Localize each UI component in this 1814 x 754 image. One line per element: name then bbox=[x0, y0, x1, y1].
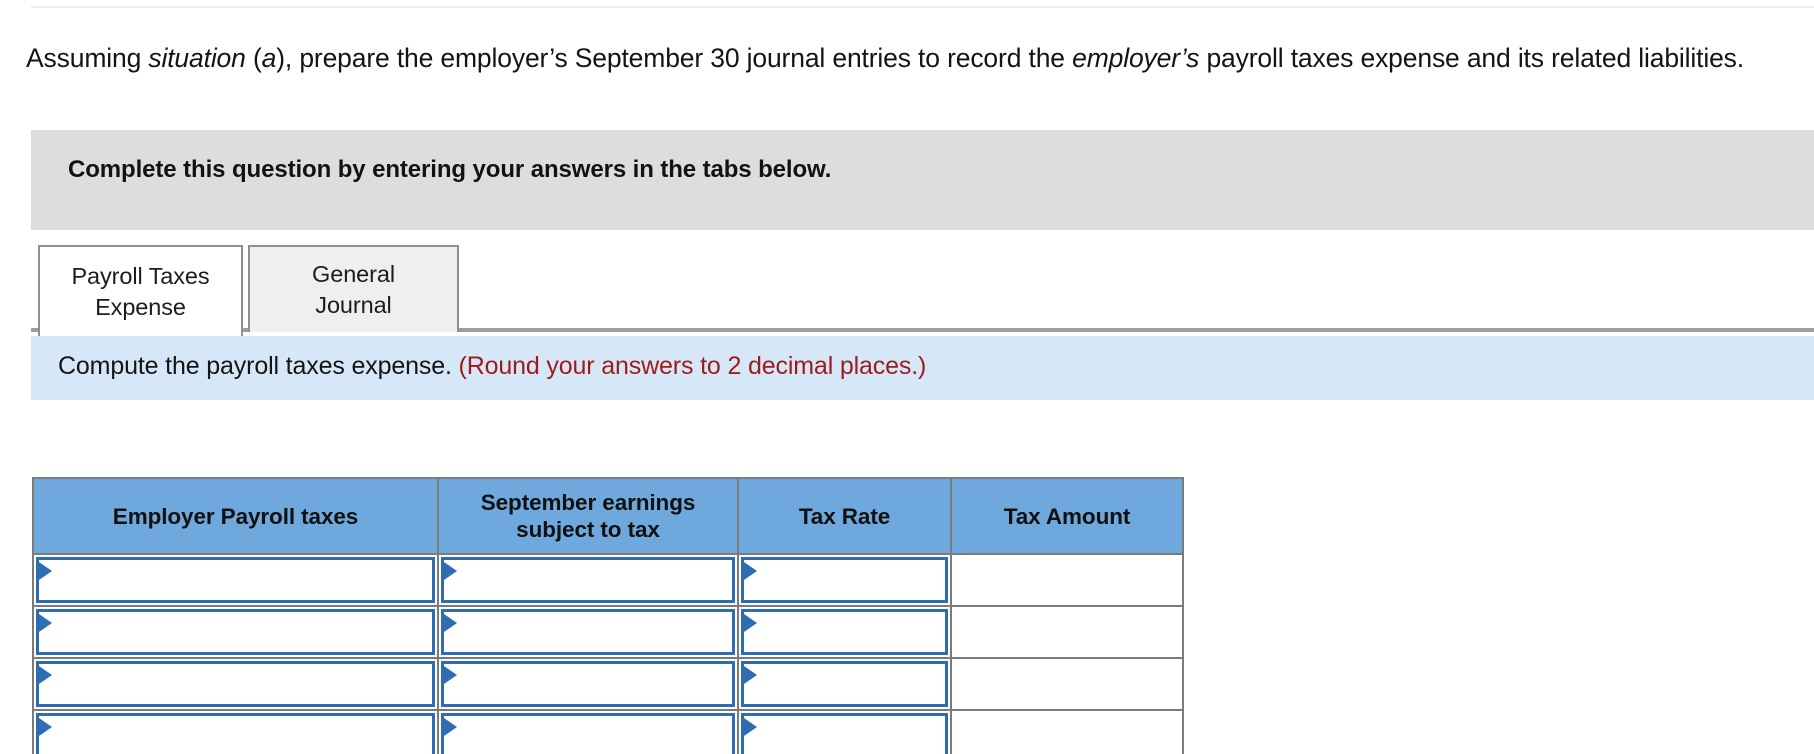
tax-amount-input[interactable] bbox=[952, 659, 1182, 709]
caret-right-icon bbox=[444, 666, 457, 684]
header-line-1: September earnings bbox=[480, 490, 696, 515]
tax-amount-input[interactable] bbox=[952, 711, 1182, 754]
complete-question-banner: Complete this question by entering your … bbox=[31, 130, 1814, 230]
table-row bbox=[32, 605, 1184, 659]
caret-right-icon bbox=[744, 614, 757, 632]
tab-label-line-2: Expense bbox=[95, 293, 186, 320]
tab-general-journal-label: General Journal bbox=[312, 259, 395, 321]
cell-wrapper bbox=[439, 607, 737, 657]
instruction-rounding-note: (Round your answers to 2 decimal places.… bbox=[458, 352, 927, 380]
header-tax-rate: Tax Rate bbox=[737, 477, 952, 555]
question-page: Assuming situation (a), prepare the empl… bbox=[0, 0, 1814, 754]
cell-wrapper bbox=[739, 607, 950, 657]
caret-right-icon bbox=[444, 718, 457, 736]
tax-rate-dropdown[interactable] bbox=[741, 661, 948, 707]
table-body bbox=[32, 553, 1184, 754]
tax-amount-cell bbox=[950, 709, 1184, 754]
tab-label-line-1: General bbox=[312, 260, 395, 287]
tax-rate-cell bbox=[737, 553, 952, 607]
caret-right-icon bbox=[744, 562, 757, 580]
september-earnings-subject-to-tax-dropdown[interactable] bbox=[441, 661, 735, 707]
header-tax-amount: Tax Amount bbox=[950, 477, 1184, 555]
september-earnings-subject-to-tax-cell bbox=[437, 657, 739, 711]
cell-wrapper bbox=[739, 555, 950, 605]
tax-amount-input[interactable] bbox=[952, 555, 1182, 605]
cell-wrapper bbox=[952, 659, 1182, 709]
header-line-2: subject to tax bbox=[516, 517, 660, 542]
caret-right-icon bbox=[39, 562, 52, 580]
cell-wrapper bbox=[439, 659, 737, 709]
cell-wrapper bbox=[952, 711, 1182, 754]
prompt-segment-3: ), prepare the employer’s September 30 j… bbox=[276, 42, 1073, 73]
tax-amount-cell bbox=[950, 605, 1184, 659]
employer-payroll-tax-name-cell bbox=[32, 605, 439, 659]
employer-payroll-tax-name-dropdown[interactable] bbox=[36, 557, 435, 603]
september-earnings-subject-to-tax-cell bbox=[437, 709, 739, 754]
table-header-row: Employer Payroll taxes September earning… bbox=[32, 477, 1184, 555]
cell-wrapper bbox=[739, 711, 950, 754]
tax-rate-dropdown[interactable] bbox=[741, 557, 948, 603]
september-earnings-subject-to-tax-dropdown[interactable] bbox=[441, 713, 735, 754]
prompt-segment-1: Assuming bbox=[26, 42, 149, 73]
payroll-taxes-table: Employer Payroll taxes September earning… bbox=[32, 477, 1184, 754]
table-row bbox=[32, 553, 1184, 607]
caret-right-icon bbox=[39, 666, 52, 684]
tax-rate-dropdown[interactable] bbox=[741, 713, 948, 754]
tab-payroll-taxes-expense[interactable]: Payroll Taxes Expense bbox=[38, 245, 243, 336]
september-earnings-subject-to-tax-cell bbox=[437, 605, 739, 659]
prompt-segment-4: payroll taxes expense and its related li… bbox=[1199, 42, 1744, 73]
cell-wrapper bbox=[439, 711, 737, 754]
cell-wrapper bbox=[952, 607, 1182, 657]
table-row bbox=[32, 709, 1184, 754]
tax-amount-cell bbox=[950, 657, 1184, 711]
cell-wrapper bbox=[34, 607, 437, 657]
tab-general-journal[interactable]: General Journal bbox=[248, 245, 459, 332]
tab-label-line-2: Journal bbox=[315, 291, 392, 318]
employer-payroll-tax-name-cell bbox=[32, 657, 439, 711]
cell-wrapper bbox=[439, 555, 737, 605]
caret-right-icon bbox=[39, 718, 52, 736]
tax-rate-cell bbox=[737, 657, 952, 711]
employer-payroll-tax-name-dropdown[interactable] bbox=[36, 713, 435, 754]
september-earnings-subject-to-tax-dropdown[interactable] bbox=[441, 609, 735, 655]
cell-wrapper bbox=[34, 711, 437, 754]
instruction-main-text: Compute the payroll taxes expense. bbox=[58, 352, 459, 380]
prompt-segment-2: ( bbox=[245, 42, 262, 73]
prompt-italic-a: a bbox=[261, 42, 277, 73]
september-earnings-subject-to-tax-dropdown[interactable] bbox=[441, 557, 735, 603]
caret-right-icon bbox=[744, 718, 757, 736]
caret-right-icon bbox=[39, 614, 52, 632]
employer-payroll-tax-name-dropdown[interactable] bbox=[36, 609, 435, 655]
tab-label-line-1: Payroll Taxes bbox=[71, 262, 210, 289]
employer-payroll-tax-name-dropdown[interactable] bbox=[36, 661, 435, 707]
employer-payroll-tax-name-cell bbox=[32, 709, 439, 754]
cell-wrapper bbox=[34, 659, 437, 709]
caret-right-icon bbox=[444, 562, 457, 580]
tax-rate-cell bbox=[737, 709, 952, 754]
september-earnings-subject-to-tax-cell bbox=[437, 553, 739, 607]
header-employer-payroll-taxes: Employer Payroll taxes bbox=[32, 477, 439, 555]
caret-right-icon bbox=[744, 666, 757, 684]
prompt-italic-situation: situation bbox=[148, 42, 246, 73]
header-september-earnings-subject-to-tax: September earnings subject to tax bbox=[437, 477, 739, 555]
cell-wrapper bbox=[34, 555, 437, 605]
tab-strip: Payroll Taxes Expense General Journal bbox=[0, 245, 1814, 336]
top-divider bbox=[31, 6, 1814, 8]
tax-amount-cell bbox=[950, 553, 1184, 607]
employer-payroll-tax-name-cell bbox=[32, 553, 439, 607]
instruction-bar-text: Compute the payroll taxes expense. (Roun… bbox=[58, 352, 926, 381]
tax-rate-dropdown[interactable] bbox=[741, 609, 948, 655]
caret-right-icon bbox=[444, 614, 457, 632]
instruction-bar: Compute the payroll taxes expense. (Roun… bbox=[31, 336, 1814, 400]
table-row bbox=[32, 657, 1184, 711]
question-prompt: Assuming situation (a), prepare the empl… bbox=[26, 41, 1811, 76]
cell-wrapper bbox=[952, 555, 1182, 605]
complete-question-banner-text: Complete this question by entering your … bbox=[68, 156, 832, 183]
tax-amount-input[interactable] bbox=[952, 607, 1182, 657]
prompt-italic-employers: employer’s bbox=[1072, 42, 1200, 73]
tab-payroll-taxes-expense-label: Payroll Taxes Expense bbox=[71, 261, 209, 323]
tax-rate-cell bbox=[737, 605, 952, 659]
cell-wrapper bbox=[739, 659, 950, 709]
